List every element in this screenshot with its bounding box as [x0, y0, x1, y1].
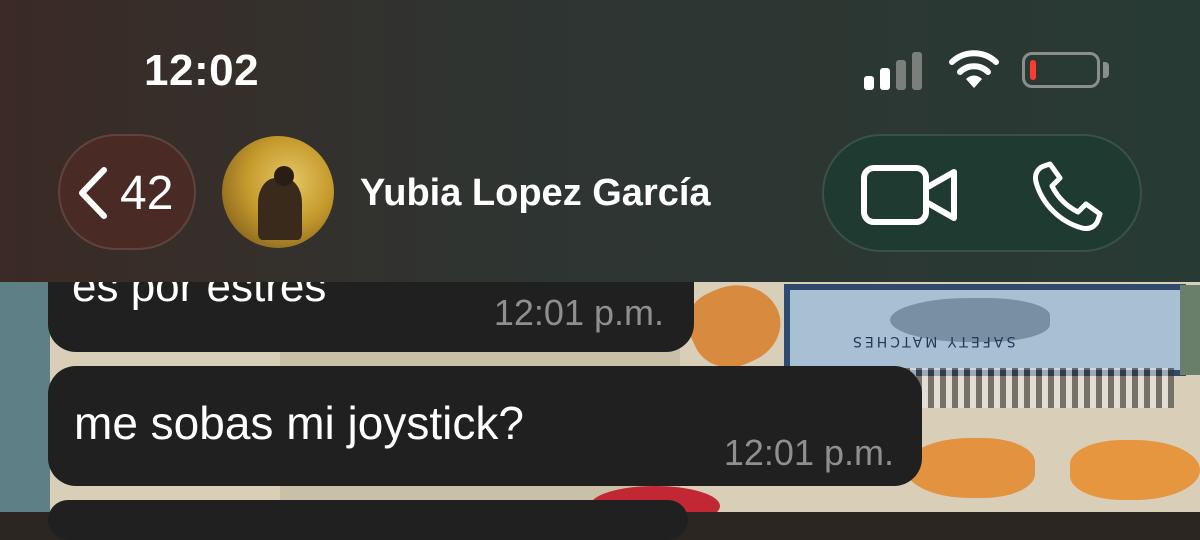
message-timestamp: 12:01 p.m. [723, 432, 894, 473]
wallpaper-carrot [677, 269, 793, 381]
wallpaper-shape [0, 270, 50, 512]
message-timestamp: 12:01 p.m. [493, 292, 664, 333]
avatar[interactable] [222, 136, 334, 248]
battery-icon [1022, 52, 1100, 88]
unread-count: 42 [120, 167, 174, 220]
wallpaper-label: SAFETY MATCHES [850, 333, 1016, 349]
avatar-head [274, 166, 294, 186]
battery-cap [1103, 62, 1109, 78]
status-time: 12:02 [144, 46, 260, 95]
wallpaper-fish [905, 438, 1035, 498]
chat-header: 12:02 42 Yubia Lopez García [0, 0, 1200, 282]
wallpaper-matchbox [784, 284, 1186, 376]
message-bubble[interactable]: me sobas mi joystick? 12:01 p.m. [48, 366, 922, 486]
cellular-signal-icon [864, 50, 926, 90]
wifi-icon [949, 50, 999, 88]
phone-icon[interactable] [1030, 160, 1104, 234]
message-bubble[interactable] [48, 500, 688, 540]
video-camera-icon[interactable] [860, 162, 960, 228]
message-text: me sobas mi joystick? [74, 397, 524, 449]
call-buttons [822, 134, 1142, 252]
wallpaper-shape [1180, 285, 1200, 375]
contact-name[interactable]: Yubia Lopez García [360, 172, 711, 215]
chevron-left-icon [79, 167, 107, 219]
avatar-figure [258, 178, 302, 240]
wallpaper-fish [1070, 440, 1200, 500]
back-button[interactable]: 42 [58, 134, 196, 250]
battery-level [1030, 60, 1036, 80]
